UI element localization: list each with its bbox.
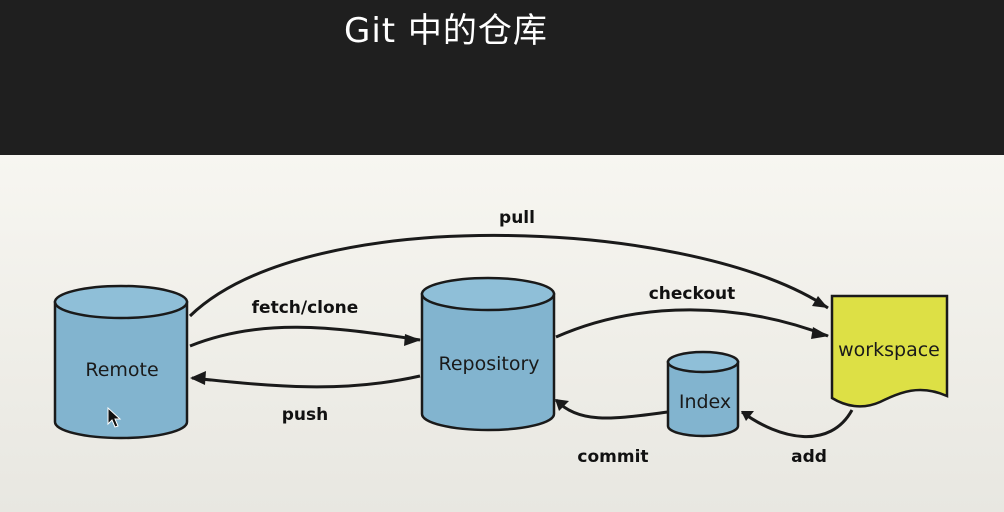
push-label: push [282, 405, 329, 425]
remote-label: Remote [85, 359, 158, 381]
index-label: Index [679, 391, 731, 413]
checkout-label: checkout [649, 284, 736, 304]
pull-label: pull [499, 208, 535, 228]
local-repository-node: Repository [420, 276, 556, 432]
push-arrow [191, 374, 421, 389]
index-node: Index [666, 350, 740, 438]
push-arrowhead [190, 371, 206, 385]
fetch-clone-arrow [189, 325, 421, 348]
workspace-label: workspace [838, 339, 940, 361]
workspace-node: workspace [830, 294, 949, 408]
commit-arrow [554, 398, 669, 420]
commit-label: commit [577, 447, 648, 467]
remote-repository-node: Remote [53, 284, 189, 440]
fetch-clone-label: fetch/clone [252, 298, 359, 318]
git-repository-diagram: Remote Repository Index workspace pull f… [53, 208, 949, 467]
fetch-clone-arrowhead [404, 334, 421, 346]
add-label: add [791, 447, 827, 467]
add-arrow [741, 409, 854, 438]
checkout-arrowhead [811, 327, 829, 339]
checkout-arrow [555, 308, 829, 339]
repository-label: Repository [438, 353, 539, 375]
